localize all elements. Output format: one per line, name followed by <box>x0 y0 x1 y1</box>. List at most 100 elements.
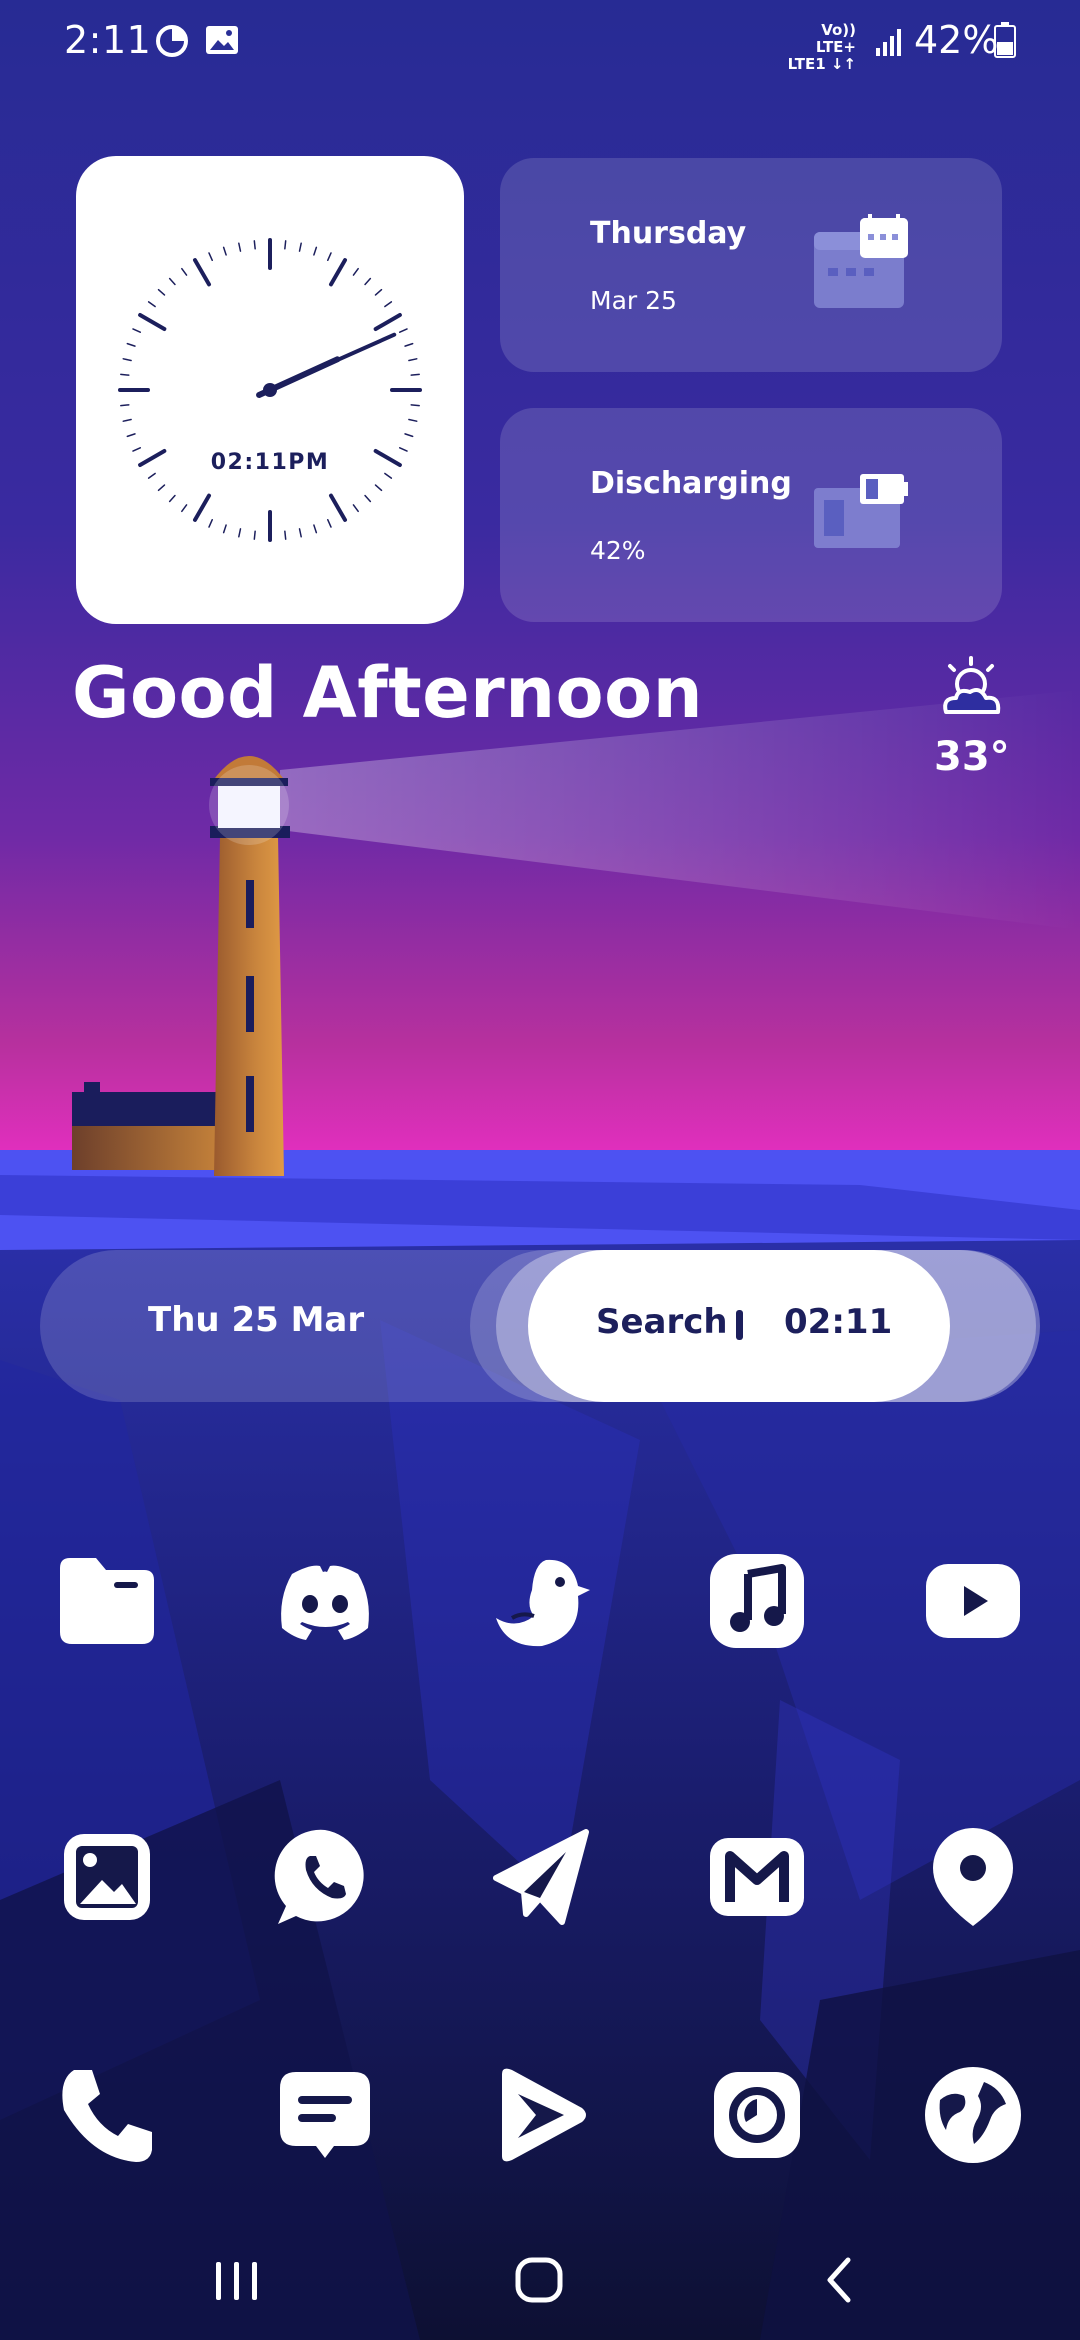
telegram-icon <box>493 1829 589 1925</box>
clock-minute-tick <box>157 484 166 492</box>
clock-icon <box>714 2072 800 2158</box>
clock-minute-tick <box>284 530 287 540</box>
clock-minute-tick <box>313 524 318 534</box>
app-messages[interactable] <box>270 2060 380 2170</box>
clock-minute-hand <box>257 332 397 397</box>
data-saver-icon <box>156 25 188 57</box>
battery-icon <box>994 22 1016 58</box>
clock-center-pin <box>263 383 277 397</box>
app-gallery[interactable] <box>52 1822 162 1932</box>
search-label: Search <box>596 1302 728 1342</box>
clock-minute-tick <box>222 524 227 534</box>
browser-icon <box>925 2067 1021 2163</box>
search-widget[interactable]: Thu 25 Mar Search 02:11 <box>40 1250 1040 1402</box>
app-whatsapp[interactable] <box>270 1822 380 1932</box>
app-youtube[interactable] <box>918 1546 1028 1656</box>
maps-icon <box>933 1828 1013 1926</box>
clock-hour-tick <box>193 493 211 522</box>
battery-percent: 42% <box>914 18 999 62</box>
search-widget-time: 02:11 <box>784 1302 893 1342</box>
clock-minute-tick <box>147 301 156 308</box>
app-gmail[interactable] <box>702 1822 812 1932</box>
clock-minute-tick <box>408 358 418 362</box>
back-button[interactable] <box>806 2250 876 2310</box>
clock-minute-tick <box>298 242 302 252</box>
clock-minute-tick <box>374 288 383 296</box>
clock-hour-tick <box>193 258 211 287</box>
clock-minute-tick <box>208 518 213 528</box>
clock-minute-tick <box>120 404 130 407</box>
clock-minute-tick <box>168 494 176 503</box>
clock-minute-tick <box>404 342 414 347</box>
clock-minute-tick <box>253 240 256 250</box>
discord-icon <box>281 1565 369 1640</box>
app-files[interactable] <box>52 1546 162 1656</box>
clock-minute-tick <box>126 433 136 438</box>
clock-minute-tick <box>157 288 166 296</box>
messages-icon <box>280 2072 370 2158</box>
clock-minute-tick <box>120 373 130 376</box>
weather-temperature[interactable]: 33° <box>934 734 1010 780</box>
clock-minute-tick <box>122 418 132 422</box>
clock-minute-tick <box>327 252 332 262</box>
clock-digital-time: 02:11PM <box>210 450 330 475</box>
app-telegram[interactable] <box>486 1822 596 1932</box>
clock-minute-tick <box>222 246 227 256</box>
clock-minute-tick <box>398 328 408 333</box>
status-time: 2:11 <box>64 18 152 62</box>
battery-status: Discharging <box>590 466 792 501</box>
clock-minute-tick <box>404 433 414 438</box>
gmail-icon <box>710 1838 804 1916</box>
battery-status-icon <box>814 474 908 548</box>
app-music[interactable] <box>702 1546 812 1656</box>
app-browser[interactable] <box>918 2060 1028 2170</box>
files-icon <box>60 1558 154 1644</box>
calendar-widget[interactable]: Thursday Mar 25 <box>500 158 1002 372</box>
calendar-icon <box>814 214 908 308</box>
app-discord[interactable] <box>270 1546 380 1656</box>
clock-minute-tick <box>122 358 132 362</box>
clock-minute-tick <box>253 530 256 540</box>
app-bird[interactable] <box>486 1546 596 1656</box>
clock-minute-tick <box>352 267 359 276</box>
clock-minute-tick <box>352 504 359 513</box>
recents-button[interactable] <box>202 2250 272 2310</box>
search-widget-date: Thu 25 Mar <box>148 1300 365 1340</box>
battery-level: 42% <box>590 536 646 565</box>
app-maps[interactable] <box>918 1822 1028 1932</box>
clock-minute-tick <box>238 528 242 538</box>
partly-cloudy-sun-icon[interactable] <box>936 654 1006 724</box>
phone-icon <box>62 2070 153 2162</box>
clock-minute-tick <box>208 252 213 262</box>
clock-minute-tick <box>181 504 188 513</box>
gallery-icon <box>206 26 238 54</box>
app-play-store[interactable] <box>486 2060 596 2170</box>
clock-minute-tick <box>284 240 287 250</box>
youtube-icon <box>926 1564 1020 1638</box>
status-bar: 2:11 Vo)) LTE+ LTE1 ↓↑ 42% <box>0 0 1080 80</box>
search-button[interactable]: Search 02:11 <box>528 1250 950 1402</box>
clock-minute-tick <box>238 242 242 252</box>
clock-minute-tick <box>168 277 176 286</box>
clock-minute-tick <box>374 484 383 492</box>
clock-hour-tick <box>373 313 402 331</box>
clock-minute-tick <box>313 246 318 256</box>
clock-widget[interactable]: 02:11PM <box>76 156 464 624</box>
clock-minute-tick <box>364 494 372 503</box>
clock-minute-tick <box>364 277 372 286</box>
analog-clock-face <box>118 238 422 542</box>
clock-minute-tick <box>410 404 420 407</box>
app-clock[interactable] <box>702 2060 812 2170</box>
battery-widget[interactable]: Discharging 42% <box>500 408 1002 622</box>
network-indicator: Vo)) LTE+ LTE1 ↓↑ <box>787 21 856 73</box>
whatsapp-icon <box>274 1829 364 1924</box>
music-icon <box>710 1554 804 1648</box>
home-button[interactable] <box>504 2250 574 2310</box>
calendar-date: Mar 25 <box>590 286 677 315</box>
calendar-day: Thursday <box>590 216 747 251</box>
app-phone[interactable] <box>52 2060 162 2170</box>
signal-icon <box>876 29 901 56</box>
clock-minute-tick <box>126 342 136 347</box>
gallery-icon <box>64 1834 150 1920</box>
clock-minute-tick <box>181 267 188 276</box>
